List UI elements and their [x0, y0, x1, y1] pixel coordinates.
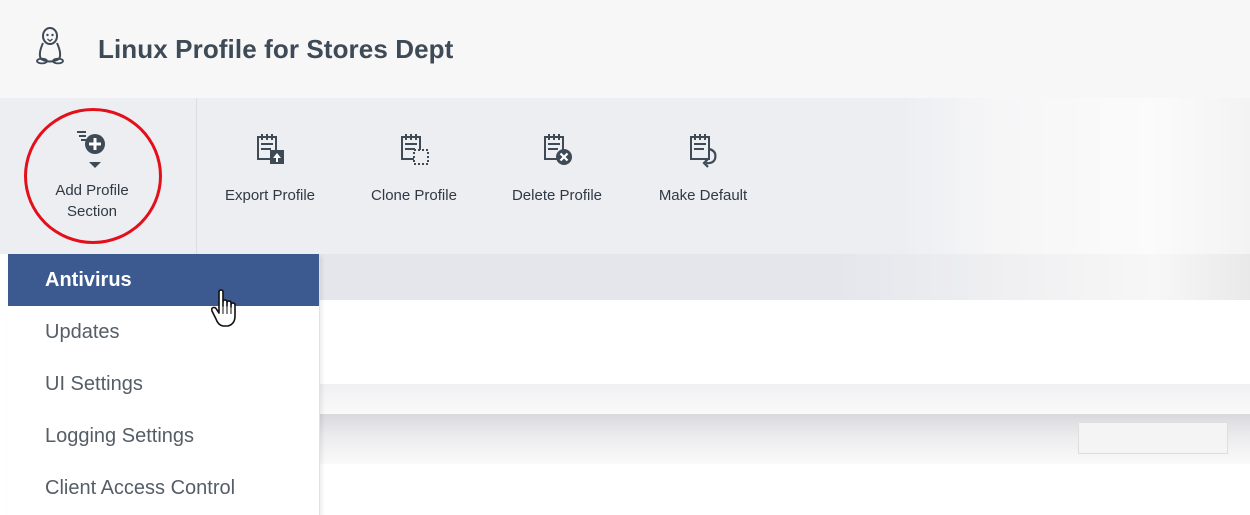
profile-toolbar: [0, 98, 1250, 254]
menu-item-client-access-control[interactable]: Client Access Control: [8, 462, 319, 514]
clone-profile-button[interactable]: Clone Profile: [352, 132, 476, 206]
add-profile-label-line1: Add Profile: [55, 182, 129, 199]
export-profile-button[interactable]: Export Profile: [206, 132, 334, 206]
delete-profile-button[interactable]: Delete Profile: [494, 132, 620, 206]
delete-profile-label: Delete Profile: [511, 187, 603, 204]
toolbar-divider: [196, 98, 197, 254]
section-header-strip: [318, 254, 1250, 300]
profile-title-bar: Linux Profile for Stores Dept: [0, 0, 1250, 98]
content-footer-strip: [318, 414, 1250, 464]
add-profile-label-line2: Section: [66, 203, 118, 220]
menu-item-updates[interactable]: Updates: [8, 306, 319, 358]
linux-penguin-icon: [36, 27, 64, 65]
menu-item-ui-settings[interactable]: UI Settings: [8, 358, 319, 410]
hand-cursor-icon: [210, 289, 236, 327]
make-default-label: Make Default: [658, 187, 748, 204]
content-divider: [318, 384, 1250, 414]
export-profile-icon: [257, 134, 284, 164]
page-title: Linux Profile for Stores Dept: [98, 34, 454, 64]
footer-box: [1078, 422, 1228, 454]
menu-item-antivirus[interactable]: Antivirus: [8, 254, 319, 306]
chevron-down-icon: [89, 162, 101, 168]
add-circle-icon: [77, 131, 105, 168]
export-profile-label: Export Profile: [224, 187, 316, 204]
menu-item-logging-settings[interactable]: Logging Settings: [8, 410, 319, 462]
add-profile-section-button[interactable]: Add Profile Section: [42, 128, 142, 222]
delete-profile-icon: [544, 134, 572, 165]
make-default-icon: [690, 134, 717, 168]
clone-profile-label: Clone Profile: [371, 187, 457, 204]
content-area: [318, 300, 1250, 384]
clone-profile-icon: [401, 134, 429, 165]
make-default-button[interactable]: Make Default: [640, 132, 766, 206]
add-profile-section-dropdown: Antivirus Updates UI Settings Logging Se…: [8, 254, 320, 515]
